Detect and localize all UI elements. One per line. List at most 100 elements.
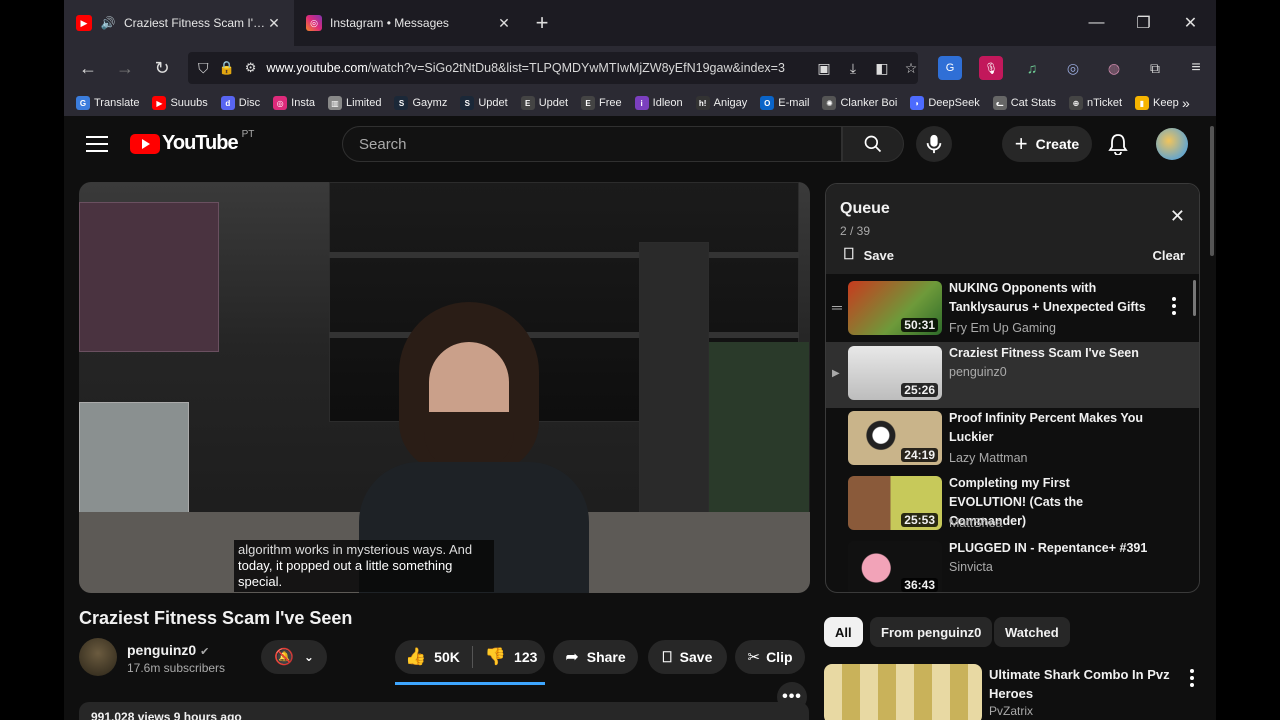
tab-instagram[interactable]: ◎ Instagram • Messages ✕ [294, 0, 524, 46]
extension-rainbow-icon[interactable]: ◍ [1102, 56, 1126, 80]
video-player[interactable]: algorithm works in mysterious ways. And … [79, 182, 810, 593]
bookmark-free[interactable]: E Free [581, 96, 622, 110]
description-box[interactable]: 991,028 views 9 hours ago [79, 702, 809, 720]
create-button[interactable]: + Create [1002, 126, 1092, 162]
address-bar[interactable]: ⛉ 🔒 ⚙ www.youtube.com/watch?v=SiGo2tNtDu… [188, 52, 918, 84]
video-thumbnail[interactable]: 24:19 [848, 411, 942, 465]
page-scrollbar[interactable] [1210, 126, 1214, 256]
video-title[interactable]: PLUGGED IN - Repentance+ #391 [949, 539, 1149, 558]
video-thumbnail[interactable]: 36:43 [848, 541, 942, 592]
bookmark-idleon[interactable]: i Idleon [634, 96, 683, 110]
recommended-video-thumbnail[interactable] [824, 664, 982, 720]
search-button[interactable] [842, 126, 904, 162]
queue-item[interactable]: 24:19 Proof Infinity Percent Makes You L… [826, 407, 1199, 473]
account-avatar[interactable] [1156, 128, 1188, 160]
new-tab-button[interactable]: + [524, 10, 560, 36]
channel-name[interactable]: Fry Em Up Gaming [949, 321, 1056, 335]
youtube-logo[interactable]: YouTube PT [130, 129, 254, 155]
lock-icon[interactable]: 🔒 [219, 60, 235, 76]
queue-scrollbar[interactable] [1193, 280, 1196, 316]
queue-item[interactable]: ═ 50:31 NUKING Opponents with Tanklysaur… [826, 277, 1199, 343]
search-input[interactable]: Search [342, 126, 842, 162]
chip-from-channel[interactable]: From penguinz0 [870, 617, 993, 647]
like-button[interactable]: 👍 50K [405, 647, 460, 667]
extension-mic-icon[interactable]: 🎙 [979, 56, 1003, 80]
video-title[interactable]: NUKING Opponents with Tanklysaurus + Une… [949, 279, 1149, 317]
recommended-video-title[interactable]: Ultimate Shark Combo In Pvz Heroes [989, 665, 1170, 703]
title-line: Heroes [989, 686, 1034, 701]
back-icon[interactable]: ← [70, 52, 106, 84]
share-button[interactable]: ➦ Share [553, 640, 638, 674]
shield-icon[interactable]: ⛉ [198, 60, 209, 77]
queue-panel: Queue 2 / 39 ⎕ Save Clear ✕ ═ 50:31 NUKIN… [825, 183, 1200, 593]
close-tab-icon[interactable]: ✕ [496, 15, 512, 32]
extension-blue-icon[interactable]: G [938, 56, 962, 80]
bookmark-keep[interactable]: ▮ Keep [1135, 96, 1179, 110]
permissions-icon[interactable]: ⚙ [245, 60, 257, 76]
bookmark-nticket[interactable]: ⊕ nTicket [1068, 96, 1122, 110]
forward-icon[interactable]: → [107, 52, 143, 84]
chip-watched[interactable]: Watched [994, 617, 1070, 647]
dislike-button[interactable]: 👎 123 [485, 647, 538, 667]
close-window-button[interactable]: ✕ [1167, 0, 1214, 46]
bookmark-disc[interactable]: d Disc [220, 96, 260, 110]
close-icon[interactable]: ✕ [1170, 206, 1185, 227]
chip-all[interactable]: All [824, 617, 863, 647]
picture-in-picture-icon[interactable]: ▣ [812, 56, 836, 80]
bookmark-gaymz[interactable]: S Gaymz [394, 96, 447, 110]
notifications-bell-icon[interactable] [1104, 130, 1132, 158]
clip-button[interactable]: ✂ Clip [735, 640, 805, 674]
more-vertical-icon[interactable] [1172, 297, 1176, 315]
bookmark-translate[interactable]: G Translate [76, 96, 139, 110]
bookmark-clanker-boi[interactable]: ✺ Clanker Boi [822, 96, 897, 110]
extension-glasses-icon[interactable]: ◎ [1061, 56, 1085, 80]
menu-icon[interactable]: ≡ [1184, 56, 1208, 80]
queue-clear-button[interactable]: Clear [1152, 248, 1185, 263]
extension-music-icon[interactable]: ♫ [1020, 56, 1044, 80]
bookmark-cat-stats[interactable]: ᓚ Cat Stats [992, 96, 1056, 110]
bookmark-updet-2[interactable]: E Updet [520, 96, 568, 110]
bookmark-deepseek[interactable]: ◗ DeepSeek [910, 96, 980, 110]
channel-name[interactable]: Sinvicta [949, 560, 993, 574]
speaker-icon[interactable]: 🔊 [100, 15, 116, 31]
channel-name[interactable]: MattShea [949, 516, 1003, 530]
queue-item-now-playing[interactable]: ▶ 25:26 Craziest Fitness Scam I've Seen … [826, 342, 1199, 408]
queue-item[interactable]: 36:43 PLUGGED IN - Repentance+ #391 Sinv… [826, 537, 1199, 592]
tab-youtube[interactable]: ▶ 🔊 Craziest Fitness Scam I've Seen - Yo… [64, 0, 294, 46]
minimize-button[interactable]: — [1073, 0, 1120, 46]
queue-save-button[interactable]: ⎕ Save [844, 246, 894, 264]
video-thumbnail[interactable]: 25:53 [848, 476, 942, 530]
reload-icon[interactable]: ↻ [144, 52, 180, 84]
queue-save-label: Save [863, 247, 894, 263]
channel-name[interactable]: penguinz0 ✔ [127, 642, 209, 658]
restore-button[interactable]: ❐ [1120, 0, 1167, 46]
video-thumbnail[interactable]: 25:26 [848, 346, 942, 400]
bookmark-suuubs[interactable]: ▶ Suuubs [152, 96, 208, 110]
drag-handle-icon[interactable]: ═ [832, 299, 842, 315]
bookmark-limited[interactable]: ▥ Limited [328, 96, 381, 110]
save-button[interactable]: ⎕ Save [648, 640, 727, 674]
video-title[interactable]: Proof Infinity Percent Makes You Luckier [949, 409, 1149, 447]
extensions-puzzle-icon[interactable]: ⧉ [1143, 56, 1167, 80]
screenshot-icon[interactable]: ◧ [870, 56, 894, 80]
channel-name[interactable]: penguinz0 [949, 365, 1007, 379]
channel-name[interactable]: Lazy Mattman [949, 451, 1028, 465]
channel-avatar[interactable] [79, 638, 117, 676]
recommended-channel-name[interactable]: PvZatrix [989, 704, 1033, 718]
bookmark-email[interactable]: O E-mail [760, 96, 809, 110]
video-title[interactable]: Craziest Fitness Scam I've Seen [949, 344, 1149, 363]
bookmark-insta[interactable]: ◎ Insta [273, 96, 315, 110]
more-vertical-icon[interactable] [1190, 669, 1194, 687]
close-tab-icon[interactable]: ✕ [266, 15, 282, 32]
subscription-bell-button[interactable]: 🔕 ⌄ [261, 640, 327, 674]
more-bookmarks-icon[interactable]: » [1182, 95, 1190, 111]
queue-item[interactable]: 25:53 Completing my First EVOLUTION! (Ca… [826, 472, 1199, 538]
voice-search-button[interactable] [916, 126, 952, 162]
bookmark-anigay[interactable]: h! Anigay [695, 96, 747, 110]
bookmark-star-icon[interactable]: ☆ [899, 56, 923, 80]
hamburger-menu-icon[interactable] [86, 134, 108, 154]
video-thumbnail[interactable]: 50:31 [848, 281, 942, 335]
outlook-icon: O [760, 96, 775, 110]
download-icon[interactable]: ⤓ [841, 56, 865, 80]
bookmark-updet-1[interactable]: S Updet [460, 96, 508, 110]
